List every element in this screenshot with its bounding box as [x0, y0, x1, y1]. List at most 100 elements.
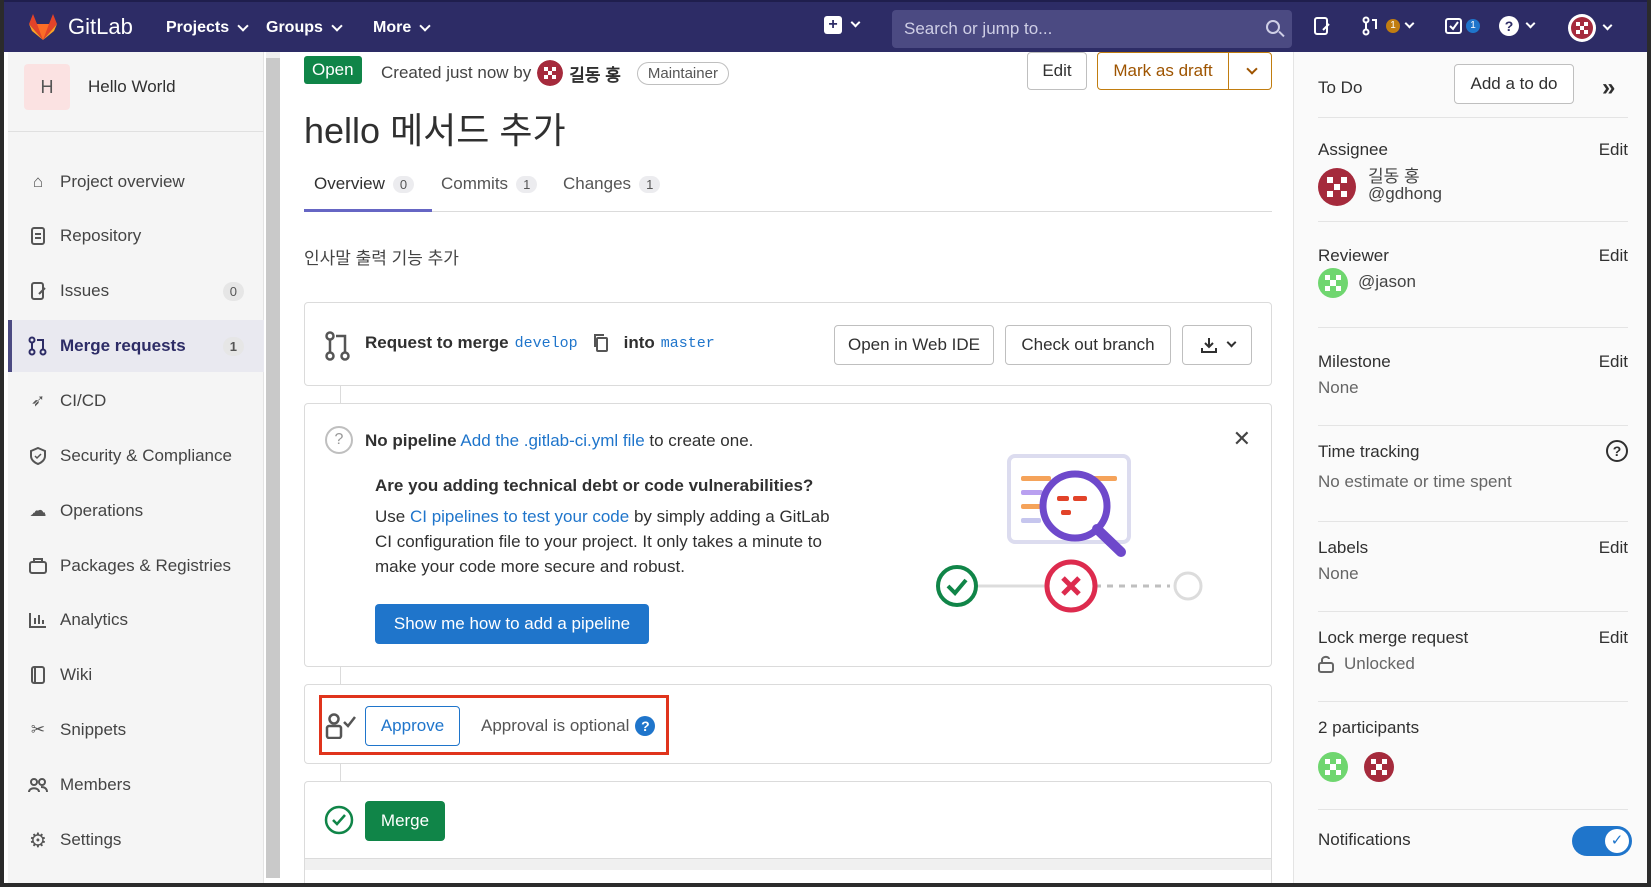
- merge-info-card: Request to merge develop into master Ope…: [304, 302, 1272, 386]
- pipeline-heading: Are you adding technical debt or code vu…: [375, 476, 814, 495]
- add-todo-button[interactable]: Add a to do: [1454, 64, 1574, 104]
- project-header[interactable]: H Hello World: [24, 64, 176, 110]
- reviewer-edit-link[interactable]: Edit: [1599, 246, 1628, 266]
- merge-branches-text: Request to merge develop into master: [365, 333, 715, 353]
- check-out-branch-button[interactable]: Check out branch: [1005, 325, 1171, 365]
- sidebar-item-operations[interactable]: ☁ Operations: [8, 485, 264, 537]
- sidebar-item-packages[interactable]: Packages & Registries: [8, 540, 264, 592]
- milestone-label: Milestone: [1318, 352, 1391, 371]
- collapse-sidebar-icon[interactable]: »: [1602, 74, 1615, 102]
- labels-value: None: [1318, 564, 1359, 583]
- left-sidebar: H Hello World ⌂ Project overview Reposito…: [8, 52, 264, 883]
- search-input[interactable]: Search or jump to...: [892, 10, 1292, 48]
- gear-icon: ⚙: [29, 829, 47, 852]
- author-name[interactable]: 길동 홍: [569, 61, 621, 86]
- lock-edit-link[interactable]: Edit: [1599, 628, 1628, 648]
- lock-value: Unlocked: [1344, 654, 1415, 673]
- plus-square-icon: +: [824, 16, 842, 34]
- lock-section: Lock merge request Edit Unlocked: [1318, 628, 1628, 702]
- more-menu[interactable]: More: [373, 19, 431, 37]
- merge-button[interactable]: Merge: [365, 801, 445, 841]
- timeline-connector: [340, 764, 341, 781]
- mr-count-badge: 1: [1386, 19, 1400, 33]
- merge-requests-nav-button[interactable]: 1: [1362, 16, 1415, 36]
- sidebar-item-project-overview[interactable]: ⌂ Project overview: [8, 156, 264, 208]
- help-icon[interactable]: ?: [1606, 440, 1628, 462]
- time-tracking-section: Time tracking ? No estimate or time spen…: [1318, 440, 1628, 522]
- sidebar-item-settings[interactable]: ⚙ Settings: [8, 814, 264, 866]
- participant-avatar[interactable]: [1318, 752, 1348, 782]
- divider: [1318, 117, 1628, 118]
- participants-label: 2 participants: [1318, 718, 1420, 737]
- help-icon[interactable]: ?: [635, 716, 656, 736]
- edit-button[interactable]: Edit: [1027, 52, 1087, 90]
- scissors-icon: ✂: [30, 720, 46, 739]
- todos-nav-button[interactable]: 1: [1444, 16, 1480, 36]
- draft-dropdown-button[interactable]: [1228, 52, 1272, 90]
- reviewer-avatar[interactable]: [1318, 268, 1348, 298]
- created-info: Created just now by 길동 홍 Maintainer: [381, 60, 729, 86]
- author-avatar[interactable]: [537, 60, 564, 86]
- target-branch[interactable]: master: [661, 335, 715, 352]
- sidebar-item-merge-requests[interactable]: Merge requests 1: [8, 320, 264, 372]
- tab-commits[interactable]: Commits 1: [441, 174, 538, 194]
- sidebar-item-issues[interactable]: Issues 0: [8, 265, 264, 317]
- project-name: Hello World: [88, 77, 176, 96]
- sidebar-scrollbar[interactable]: [266, 58, 280, 878]
- users-icon: [28, 775, 48, 795]
- tab-overview[interactable]: Overview 0: [314, 174, 415, 194]
- approval-user-icon: [325, 713, 356, 739]
- issues-icon: [28, 281, 48, 301]
- issues-icon: [1314, 17, 1330, 35]
- sidebar-item-members[interactable]: Members: [8, 759, 264, 811]
- success-check-icon: [324, 805, 354, 835]
- projects-menu[interactable]: Projects: [166, 19, 249, 37]
- approval-card: Approve Approval is optional ?: [304, 684, 1272, 764]
- sidebar-item-wiki[interactable]: Wiki: [8, 649, 264, 701]
- chevron-down-icon: [237, 19, 249, 32]
- sidebar-item-repository[interactable]: Repository: [8, 210, 264, 262]
- show-me-how-button[interactable]: Show me how to add a pipeline: [375, 604, 649, 644]
- chevron-down-icon: [1525, 18, 1536, 29]
- brand-name: GitLab: [68, 14, 133, 39]
- timeline-connector: [340, 667, 341, 684]
- mark-as-draft-button[interactable]: Mark as draft: [1097, 52, 1229, 90]
- add-gitlab-ci-link[interactable]: Add the .gitlab-ci.yml file: [460, 431, 644, 450]
- gitlab-logo[interactable]: GitLab: [28, 13, 133, 41]
- approve-button[interactable]: Approve: [365, 706, 460, 746]
- groups-menu[interactable]: Groups: [266, 19, 343, 37]
- download-dropdown-button[interactable]: [1182, 325, 1252, 365]
- user-menu[interactable]: [1568, 14, 1613, 42]
- close-icon[interactable]: ✕: [1233, 426, 1251, 452]
- reviewer-handle[interactable]: @jason: [1358, 272, 1416, 292]
- open-in-web-ide-button[interactable]: Open in Web IDE: [834, 325, 994, 365]
- participants-section: 2 participants: [1318, 718, 1628, 810]
- merge-request-icon: [325, 331, 350, 361]
- participant-avatar[interactable]: [1364, 752, 1394, 782]
- shield-icon: [28, 446, 48, 466]
- sidebar-item-analytics[interactable]: Analytics: [8, 594, 264, 646]
- tanuki-icon: [29, 14, 57, 40]
- project-avatar: H: [24, 64, 70, 110]
- assignee-edit-link[interactable]: Edit: [1599, 140, 1628, 160]
- sidebar-item-snippets[interactable]: ✂ Snippets: [8, 704, 264, 756]
- help-menu[interactable]: ?: [1499, 16, 1536, 36]
- assignee-section: Assignee Edit 길동 홍 @gdhong: [1318, 140, 1628, 222]
- new-item-button[interactable]: +: [824, 16, 861, 34]
- doc-icon: [28, 226, 48, 246]
- copy-icon[interactable]: [592, 333, 610, 353]
- issues-nav-button[interactable]: [1312, 16, 1332, 36]
- milestone-edit-link[interactable]: Edit: [1599, 352, 1628, 372]
- assignee-avatar[interactable]: [1318, 168, 1356, 206]
- source-branch[interactable]: develop: [515, 335, 578, 352]
- cloud-icon: ☁: [29, 501, 47, 520]
- merge-request-icon: [1362, 16, 1377, 36]
- sidebar-item-cicd[interactable]: ➶ CI/CD: [8, 375, 264, 427]
- labels-edit-link[interactable]: Edit: [1599, 538, 1628, 558]
- question-circle-icon: ?: [325, 426, 353, 454]
- notifications-toggle[interactable]: ✓: [1572, 826, 1632, 856]
- tab-changes[interactable]: Changes 1: [563, 174, 661, 194]
- sidebar-item-security[interactable]: Security & Compliance: [8, 430, 264, 482]
- ci-pipelines-link[interactable]: CI pipelines to test your code: [410, 507, 629, 526]
- no-pipeline-text: No pipeline Add the .gitlab-ci.yml file …: [365, 431, 754, 450]
